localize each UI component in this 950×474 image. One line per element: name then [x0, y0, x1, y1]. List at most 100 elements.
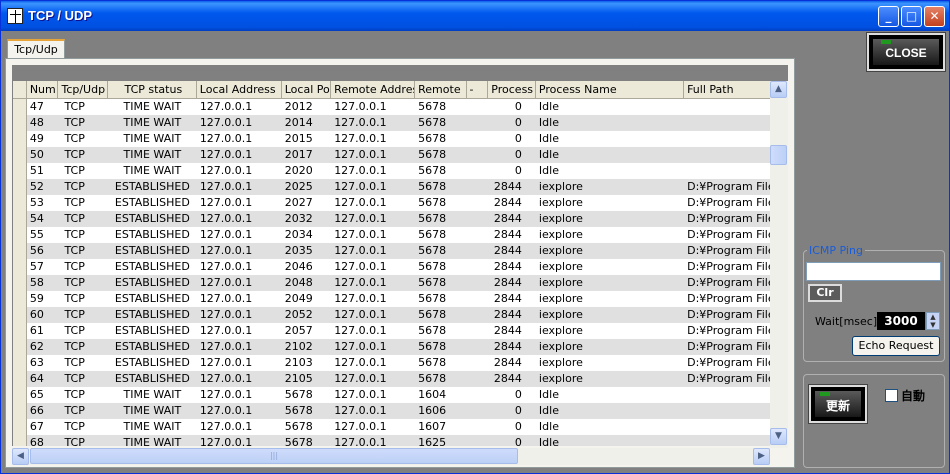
column-header[interactable]: Local Address	[196, 81, 282, 99]
scroll-up-icon[interactable]: ▲	[770, 81, 787, 98]
table-row[interactable]: 53 TCP ESTABLISHED 127.0.0.1 2027 127.0.0.1 56…	[13, 195, 770, 211]
row-header[interactable]	[13, 211, 27, 227]
table-row[interactable]: 51 TCP TIME WAIT 127.0.0.1 2020 127.0.0.1 5678…	[13, 163, 770, 179]
table-cell: 127.0.0.1	[334, 420, 387, 433]
table-row[interactable]: 49 TCP TIME WAIT 127.0.0.1 2015 127.0.0.1 5678…	[13, 131, 770, 147]
table-row[interactable]: 59 TCP ESTABLISHED 127.0.0.1 2049 127.0.0.1 56…	[13, 291, 770, 307]
table-row[interactable]: 55 TCP ESTABLISHED 127.0.0.1 2034 127.0.0.1 56…	[13, 227, 770, 243]
row-header[interactable]	[13, 131, 27, 147]
title-bar[interactable]: TCP / UDP _ □ ✕	[1, 1, 949, 31]
column-header[interactable]: Full Path	[684, 81, 770, 99]
row-header[interactable]	[13, 387, 27, 403]
minimize-button[interactable]: _	[878, 6, 899, 27]
horizontal-scrollbar[interactable]: ◀ ||| ▶	[12, 448, 770, 465]
table-cell: 5678	[418, 372, 447, 385]
scroll-down-icon[interactable]: ▼	[770, 428, 787, 445]
table-row[interactable]: 64 TCP ESTABLISHED 127.0.0.1 2105 127.0.0.1 56…	[13, 371, 770, 387]
table-row[interactable]: 57 TCP ESTABLISHED 127.0.0.1 2046 127.0.0.1 56…	[13, 259, 770, 275]
row-header[interactable]	[13, 147, 27, 163]
table-cell: iexplore	[538, 244, 583, 257]
tab-tcp-udp[interactable]: Tcp/Udp	[7, 39, 65, 59]
table-cell: ESTABLISHED	[114, 372, 190, 385]
row-header[interactable]	[13, 275, 27, 291]
table-row[interactable]: 67 TCP TIME WAIT 127.0.0.1 5678 127.0.0.1 1607…	[13, 419, 770, 435]
scroll-left-icon[interactable]: ◀	[12, 448, 29, 465]
close-button[interactable]: CLOSE	[866, 32, 946, 72]
table-row[interactable]: 68 TCP TIME WAIT 127.0.0.1 5678 127.0.0.1 1625…	[13, 435, 770, 446]
table-cell: TCP	[64, 180, 85, 193]
column-header[interactable]: Process	[488, 81, 536, 99]
row-header[interactable]	[13, 355, 27, 371]
row-header[interactable]	[13, 243, 27, 259]
column-header[interactable]: TCP status	[107, 81, 197, 99]
maximize-button[interactable]: □	[901, 6, 922, 27]
table-cell	[467, 211, 489, 227]
table-cell: D:¥Program Files	[687, 356, 770, 369]
table-row[interactable]: 47 TCP TIME WAIT 127.0.0.1 2012 127.0.0.1 5678…	[13, 99, 770, 115]
wait-value-input[interactable]: 3000	[877, 312, 925, 330]
column-header[interactable]: Num	[26, 81, 59, 99]
row-header[interactable]	[13, 419, 27, 435]
table-cell: TCP	[64, 356, 85, 369]
table-row[interactable]: 66 TCP TIME WAIT 127.0.0.1 5678 127.0.0.1 1606…	[13, 403, 770, 419]
vertical-scroll-thumb[interactable]	[770, 145, 787, 165]
row-header[interactable]	[13, 323, 27, 339]
row-header[interactable]	[13, 435, 27, 446]
table-cell: TCP	[64, 132, 85, 145]
row-header[interactable]	[13, 115, 27, 131]
scroll-right-icon[interactable]: ▶	[753, 448, 770, 465]
table-row[interactable]: 65 TCP TIME WAIT 127.0.0.1 5678 127.0.0.1 1604…	[13, 387, 770, 403]
row-header[interactable]	[13, 163, 27, 179]
table-row[interactable]: 62 TCP ESTABLISHED 127.0.0.1 2102 127.0.0.1 56…	[13, 339, 770, 355]
table-cell: TCP	[64, 324, 85, 337]
update-button[interactable]: 更新	[808, 384, 868, 424]
row-header[interactable]	[13, 371, 27, 387]
table-row[interactable]: 60 TCP ESTABLISHED 127.0.0.1 2052 127.0.0.1 56…	[13, 307, 770, 323]
table-row[interactable]: 58 TCP ESTABLISHED 127.0.0.1 2048 127.0.0.1 56…	[13, 275, 770, 291]
row-header[interactable]	[13, 179, 27, 195]
table-row[interactable]: 50 TCP TIME WAIT 127.0.0.1 2017 127.0.0.1 5678…	[13, 147, 770, 163]
table-row[interactable]: 56 TCP ESTABLISHED 127.0.0.1 2035 127.0.0.1 56…	[13, 243, 770, 259]
table-cell: 5678	[418, 180, 447, 193]
table-cell: 1625	[418, 436, 447, 446]
column-header[interactable]: Local Po	[281, 81, 332, 99]
table-cell: 2103	[284, 356, 313, 369]
table-cell: 5678	[418, 292, 447, 305]
vertical-scrollbar[interactable]: ▲ ▼	[770, 81, 788, 448]
row-header[interactable]	[13, 339, 27, 355]
row-header[interactable]	[13, 403, 27, 419]
row-header[interactable]	[13, 291, 27, 307]
table-row[interactable]: 63 TCP ESTABLISHED 127.0.0.1 2103 127.0.0.1 56…	[13, 355, 770, 371]
row-header[interactable]	[13, 307, 27, 323]
table-cell: 47	[29, 100, 44, 113]
table-row[interactable]: 61 TCP ESTABLISHED 127.0.0.1 2057 127.0.0.1 56…	[13, 323, 770, 339]
column-header[interactable]: -	[466, 81, 489, 99]
table-row[interactable]: 48 TCP TIME WAIT 127.0.0.1 2014 127.0.0.1 5678…	[13, 115, 770, 131]
table-cell	[467, 275, 489, 291]
table-cell: 5678	[418, 356, 447, 369]
connection-grid[interactable]: Num Tcp/Udp TCP status Local Address Local P…	[12, 81, 770, 446]
echo-request-button[interactable]: Echo Request	[852, 336, 940, 356]
table-cell: TCP	[64, 244, 85, 257]
horizontal-scroll-thumb[interactable]: |||	[30, 448, 518, 464]
row-header[interactable]	[13, 99, 27, 115]
ping-host-input[interactable]	[806, 262, 941, 281]
row-header[interactable]	[13, 227, 27, 243]
table-cell: iexplore	[538, 292, 583, 305]
table-row[interactable]: 52 TCP ESTABLISHED 127.0.0.1 2025 127.0.0.1 56…	[13, 179, 770, 195]
column-header[interactable]: Remote Addres	[331, 81, 416, 99]
clear-button[interactable]: Clr	[808, 284, 842, 302]
table-cell: 127.0.0.1	[334, 340, 387, 353]
table-cell: 127.0.0.1	[199, 132, 253, 145]
wait-spinner-icon[interactable]: ▲ ▼	[926, 312, 940, 330]
auto-checkbox[interactable]	[885, 389, 898, 402]
table-row[interactable]: 54 TCP ESTABLISHED 127.0.0.1 2032 127.0.0.1 56…	[13, 211, 770, 227]
window-close-button[interactable]: ✕	[924, 6, 945, 27]
column-header[interactable]: Process Name	[535, 81, 685, 99]
table-cell: Idle	[538, 164, 559, 177]
column-header[interactable]: Tcp/Udp	[58, 81, 108, 99]
row-header[interactable]	[13, 195, 27, 211]
row-header[interactable]	[13, 259, 27, 275]
table-cell: 127.0.0.1	[334, 100, 387, 113]
column-header[interactable]: Remote	[415, 81, 467, 99]
